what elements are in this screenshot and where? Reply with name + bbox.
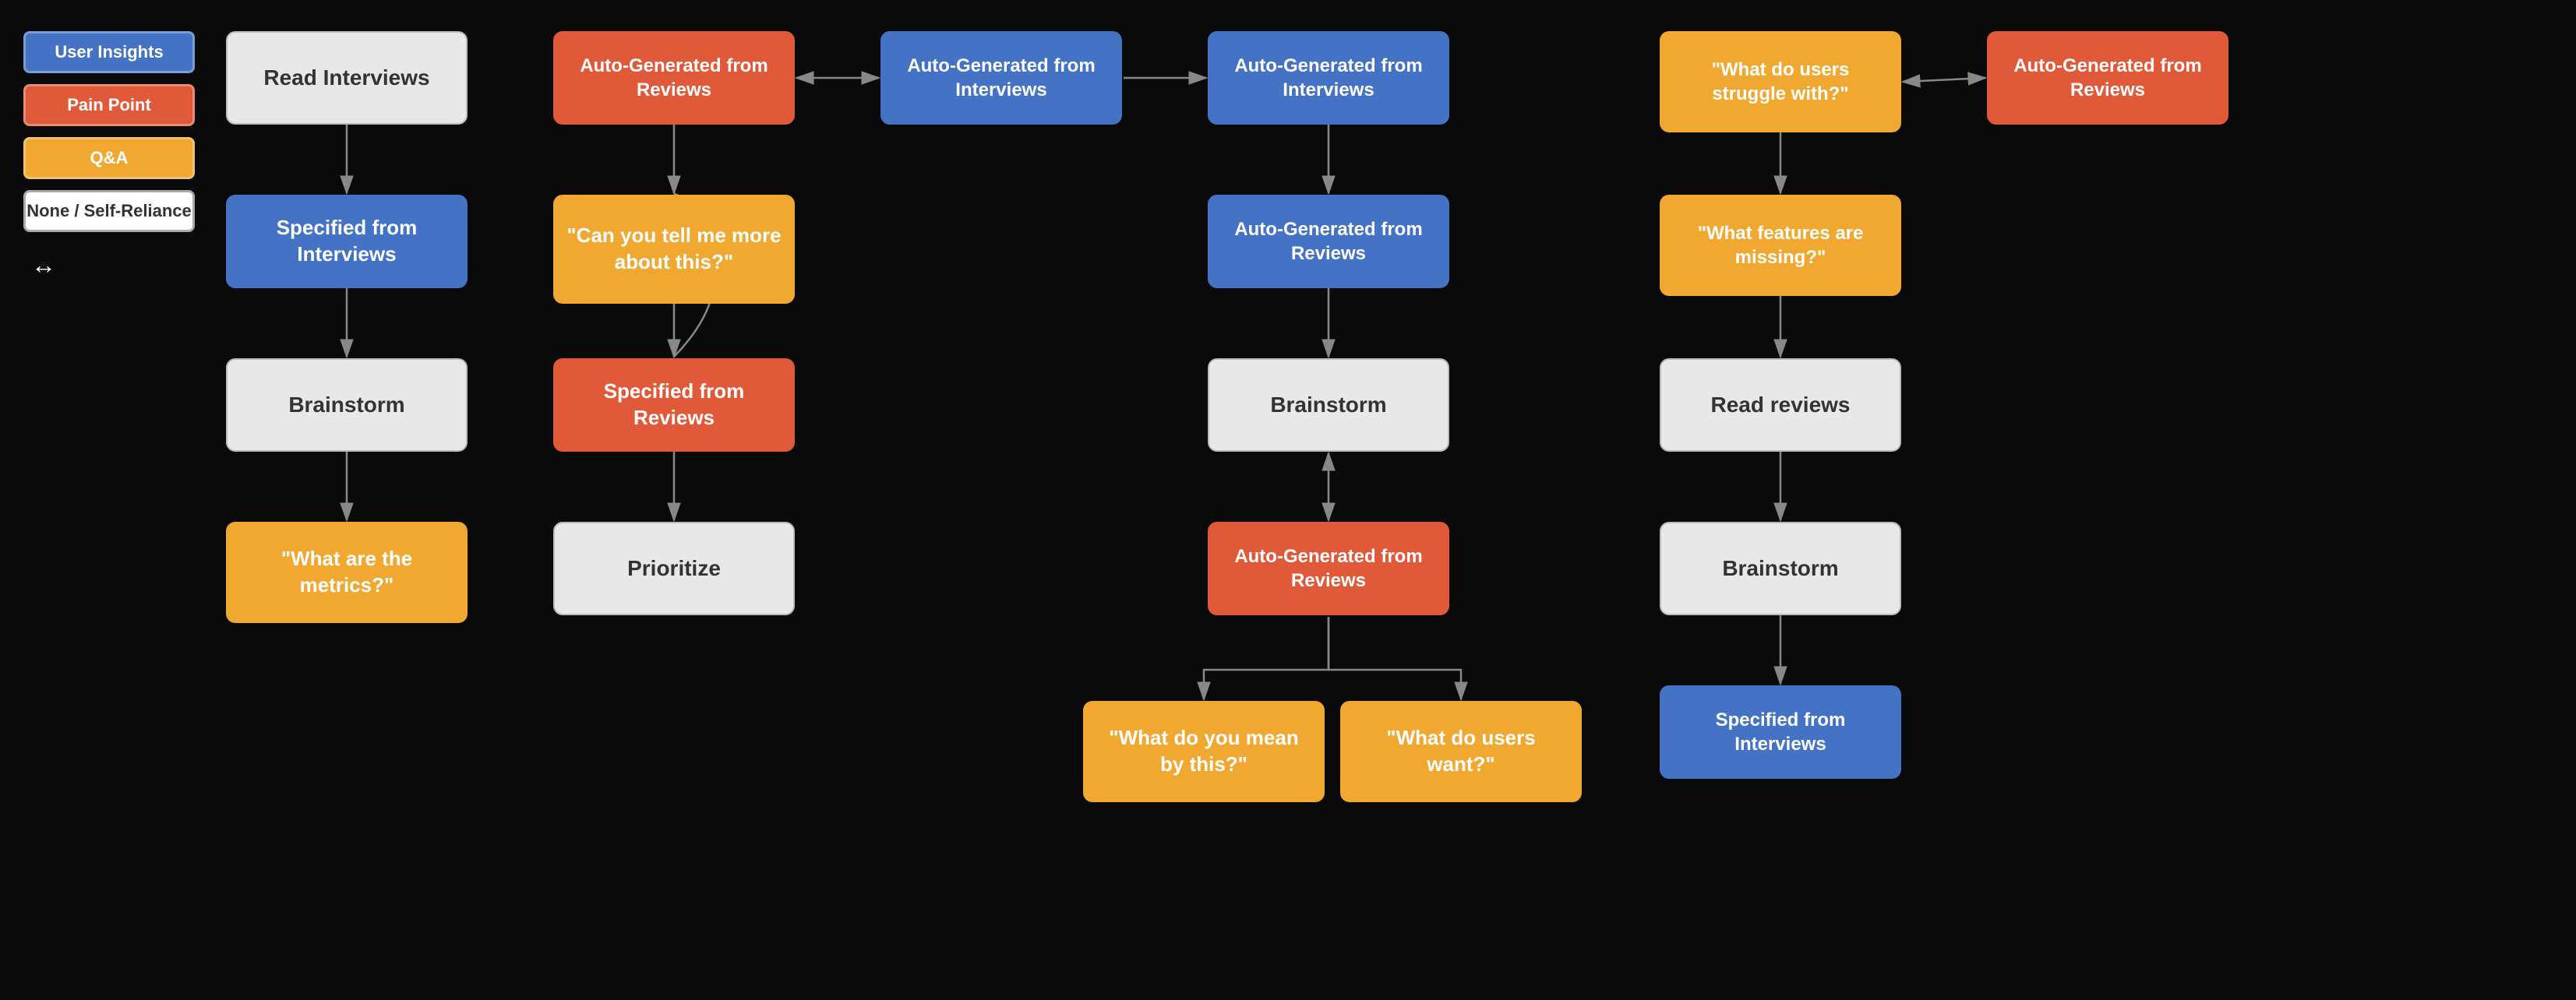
arrows-svg xyxy=(226,0,2564,1000)
legend-user-insights: User Insights xyxy=(23,31,195,73)
node-brainstorm-2: Brainstorm xyxy=(1208,358,1449,452)
node-specified-from-interviews-1: Specified from Interviews xyxy=(226,195,468,288)
node-auto-gen-reviews-2: Auto-Generated from Reviews xyxy=(1208,195,1449,288)
node-what-features-missing: "What features are missing?" xyxy=(1660,195,1901,296)
node-what-are-metrics: "What are the metrics?" xyxy=(226,522,468,623)
legend-bidirectional-arrow: ↔ xyxy=(23,251,195,280)
diagram: Read Interviews Specified from Interview… xyxy=(226,0,2564,1000)
node-auto-gen-interviews-1: Auto-Generated from Interviews xyxy=(880,31,1122,125)
node-brainstorm-1: Brainstorm xyxy=(226,358,468,452)
node-specified-from-reviews: Specified from Reviews xyxy=(553,358,795,452)
node-prioritize: Prioritize xyxy=(553,522,795,615)
node-what-do-you-mean: "What do you mean by this?" xyxy=(1083,701,1325,802)
node-auto-gen-reviews-4: Auto-Generated from Reviews xyxy=(1987,31,2228,125)
node-read-interviews: Read Interviews xyxy=(226,31,468,125)
legend-none: None / Self-Reliance xyxy=(23,190,195,232)
node-auto-gen-reviews-1: Auto-Generated from Reviews xyxy=(553,31,795,125)
legend-pain-point: Pain Point xyxy=(23,84,195,126)
node-auto-gen-reviews-3: Auto-Generated from Reviews xyxy=(1208,522,1449,615)
node-specified-from-interviews-2: Specified from Interviews xyxy=(1660,685,1901,779)
node-brainstorm-3: Brainstorm xyxy=(1660,522,1901,615)
node-what-do-users-want: "What do users want?" xyxy=(1340,701,1582,802)
node-auto-gen-interviews-2: Auto-Generated from Interviews xyxy=(1208,31,1449,125)
legend-qa: Q&A xyxy=(23,137,195,179)
node-can-you-tell-me: "Can you tell me more about this?" xyxy=(553,195,795,304)
node-what-do-users-struggle: "What do users struggle with?" xyxy=(1660,31,1901,132)
node-read-reviews: Read reviews xyxy=(1660,358,1901,452)
legend: User Insights Pain Point Q&A None / Self… xyxy=(23,31,195,280)
